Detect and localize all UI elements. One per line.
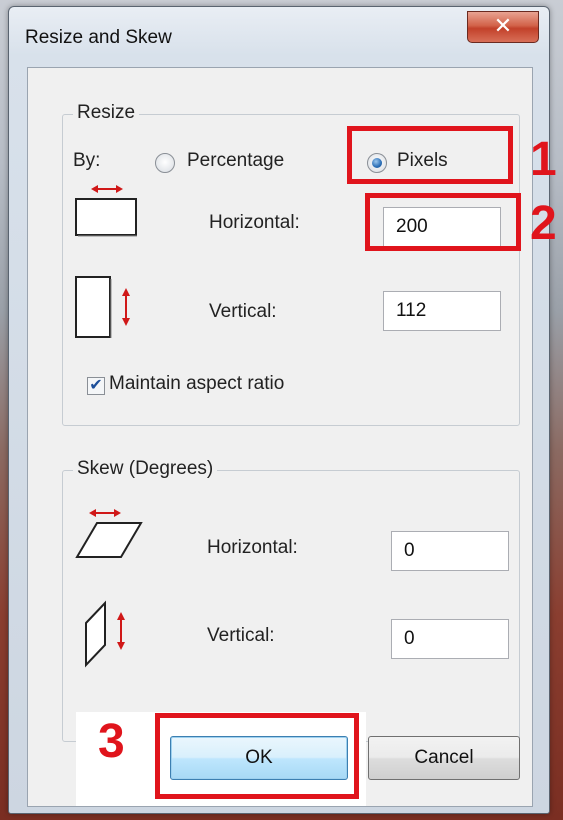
- skew-horizontal-label: Horizontal:: [207, 537, 298, 558]
- resize-group-label: Resize: [73, 102, 140, 124]
- skew-horizontal-icon: [75, 509, 143, 558]
- skew-group-label: Skew (Degrees): [73, 458, 218, 480]
- cancel-button[interactable]: Cancel: [368, 736, 520, 780]
- skew-group: Skew (Degrees) Horizontal: 0 Vertical: 0: [62, 458, 520, 742]
- step2-highlight-box: [365, 193, 521, 251]
- close-icon: ✕: [493, 13, 513, 38]
- percentage-radio[interactable]: [155, 153, 175, 173]
- step3-highlight-box: [155, 713, 359, 799]
- percentage-radio-label[interactable]: Percentage: [187, 150, 284, 172]
- step2-number: 2: [530, 197, 557, 250]
- resize-vertical-input[interactable]: 112: [383, 291, 501, 331]
- skew-horizontal-input[interactable]: 0: [391, 531, 509, 571]
- resize-horizontal-icon: [75, 185, 137, 237]
- step1-number: 1: [530, 133, 557, 186]
- step1-highlight-box: [347, 126, 513, 184]
- step3-number: 3: [98, 715, 125, 768]
- close-button[interactable]: ✕: [467, 11, 539, 43]
- resize-by-label: By:: [73, 150, 101, 171]
- resize-horizontal-label: Horizontal:: [209, 212, 300, 233]
- skew-vertical-label: Vertical:: [207, 625, 275, 646]
- maintain-aspect-checkbox[interactable]: ✔: [87, 377, 105, 395]
- window-title: Resize and Skew: [25, 27, 172, 48]
- resize-vertical-label: Vertical:: [209, 301, 277, 322]
- maintain-aspect-label[interactable]: Maintain aspect ratio: [109, 373, 284, 395]
- skew-vertical-input[interactable]: 0: [391, 619, 509, 659]
- skew-vertical-icon: [85, 600, 125, 668]
- resize-vertical-icon: [75, 276, 130, 338]
- title-bar[interactable]: Resize and Skew ✕: [9, 7, 549, 67]
